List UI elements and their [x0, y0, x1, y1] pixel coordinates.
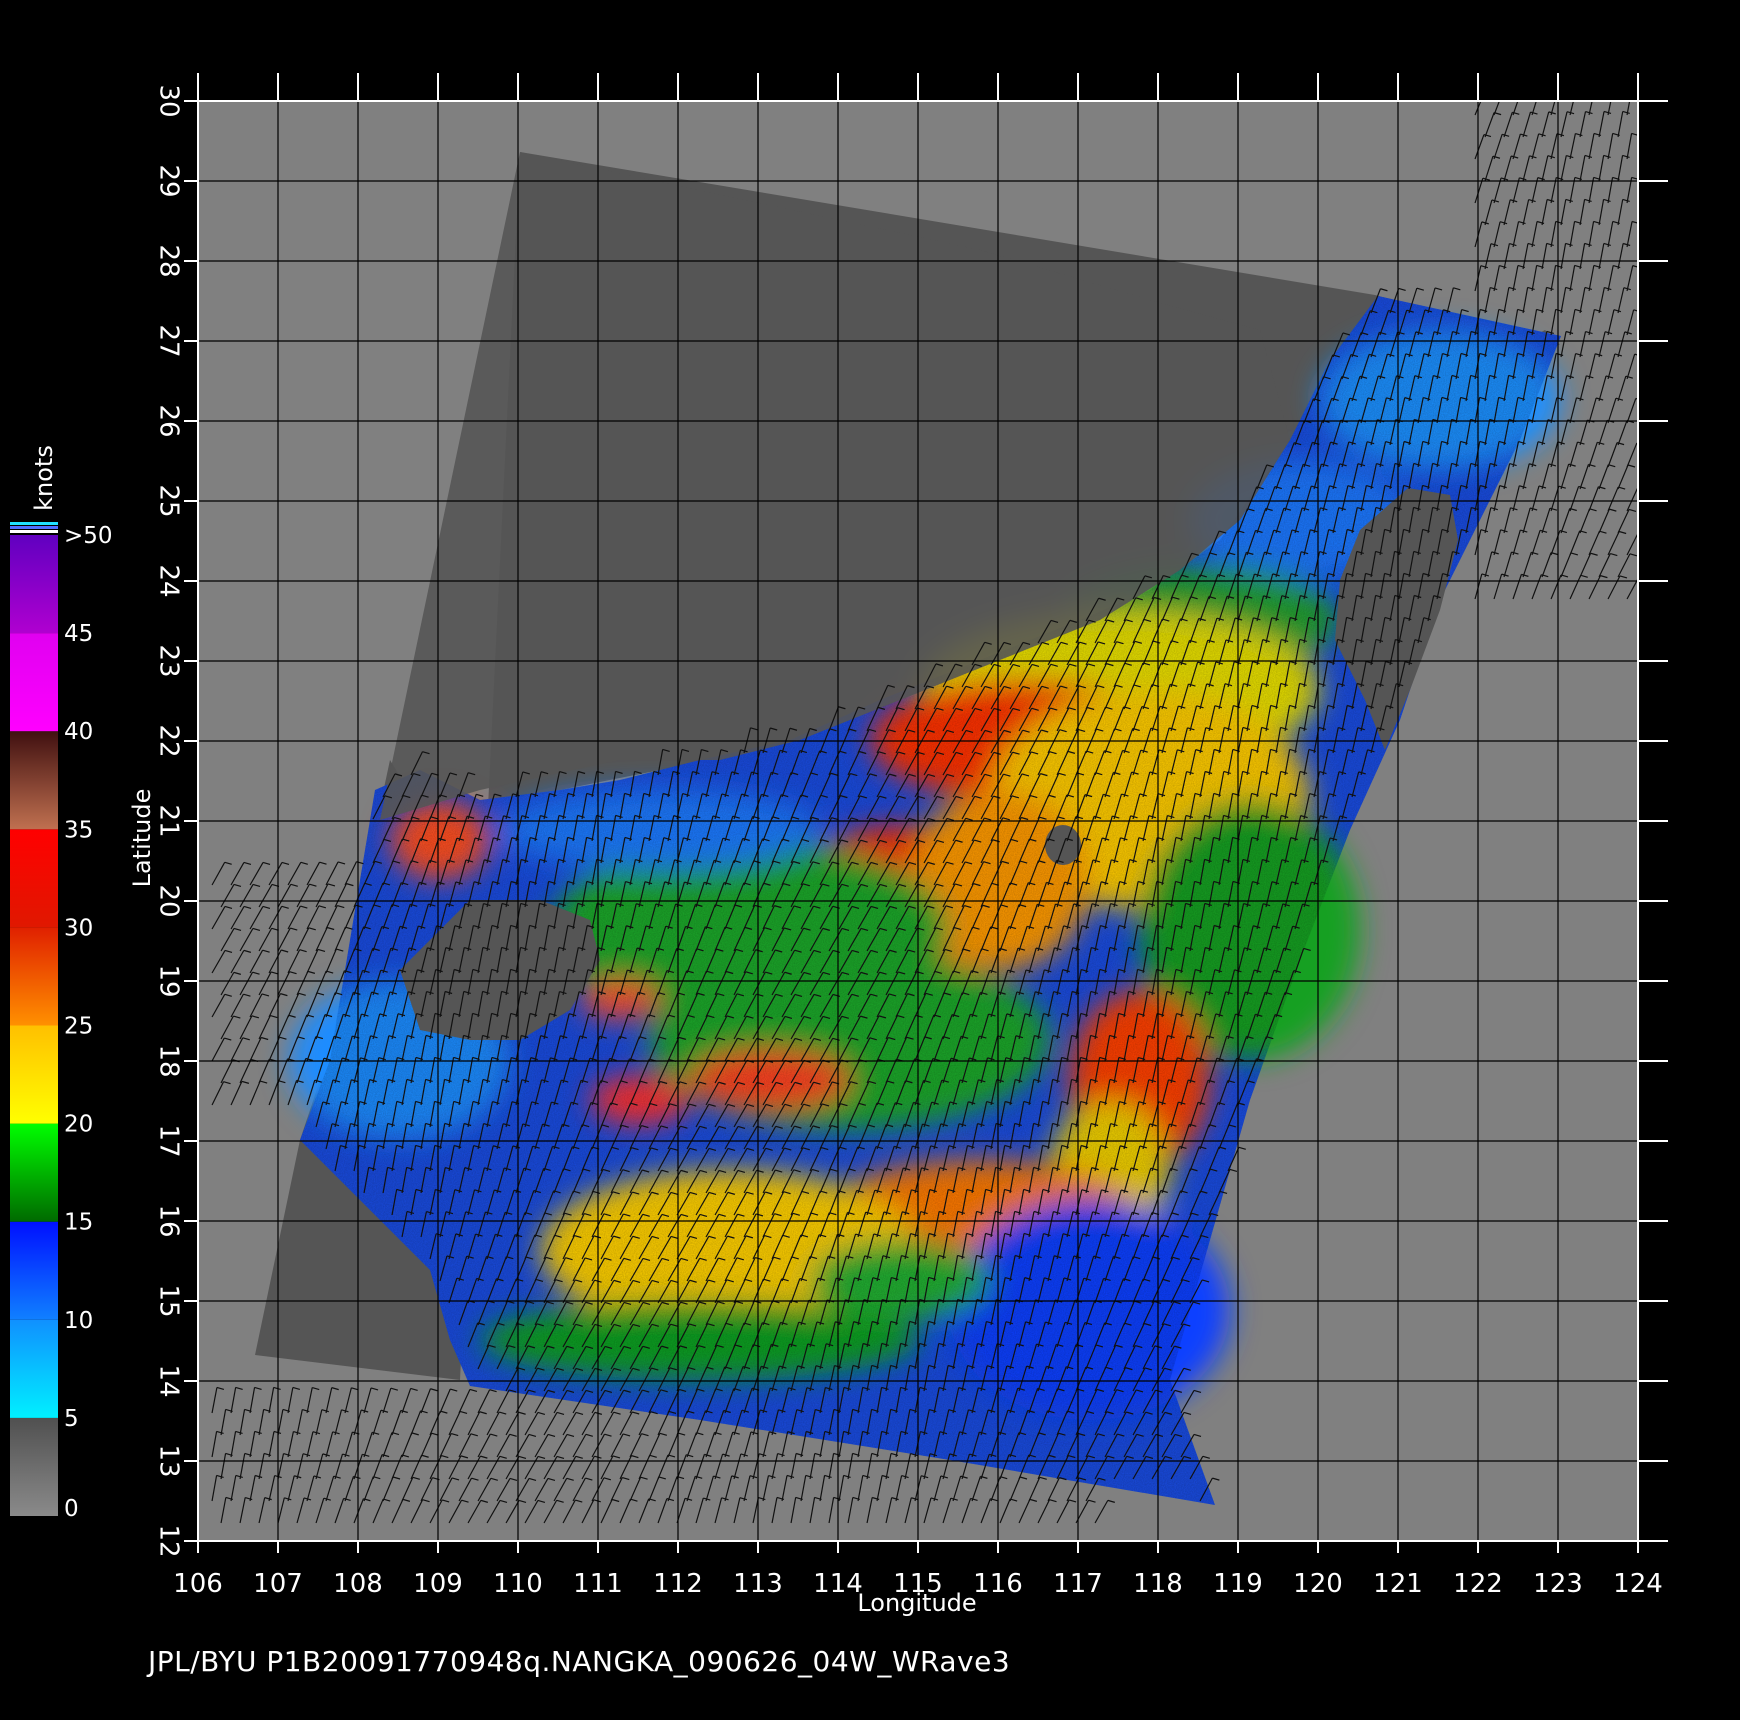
lon-tick-label: 112 — [653, 1569, 703, 1599]
lon-tick-label: 111 — [573, 1569, 623, 1599]
colorbar-cap-stripe — [10, 526, 58, 529]
lat-tick-label: 23 — [154, 644, 184, 677]
lon-tick-label: 110 — [493, 1569, 543, 1599]
colorbar-tick-label: 15 — [64, 1210, 93, 1236]
lon-tick-label: 109 — [413, 1569, 463, 1599]
lon-tick-label: 123 — [1533, 1569, 1583, 1599]
colorbar-tick-label: 35 — [64, 817, 93, 843]
wind-map-figure: 106 107 108 109 110 111 112 113 114 115 116 117 118 1… — [10, 73, 1668, 1617]
lat-tick-label: 26 — [154, 404, 184, 437]
lat-tick-label: 21 — [154, 804, 184, 837]
lat-tick-label: 24 — [154, 564, 184, 597]
colorbar-tick-label: 0 — [64, 1496, 79, 1522]
wind-barb-flag — [1521, 90, 1528, 92]
lon-tick-label: 120 — [1293, 1569, 1343, 1599]
lat-tick-label: 22 — [154, 724, 184, 757]
lon-tick-label: 117 — [1053, 1569, 1103, 1599]
colorbar-tick-label: 40 — [64, 719, 93, 745]
wind-barb-flag — [1485, 91, 1492, 93]
wind-speed-colorbar: 0 5 10 15 20 25 30 35 40 45 >50 — [10, 522, 113, 1522]
lon-tick-label: 108 — [333, 1569, 383, 1599]
lon-tick-label: 122 — [1453, 1569, 1503, 1599]
lon-tick-label: 113 — [733, 1569, 783, 1599]
colorbar-tick-label: 5 — [64, 1406, 79, 1432]
lat-tick-label: 19 — [154, 964, 184, 997]
colorbar-band — [10, 535, 58, 634]
colorbar-band — [10, 927, 58, 1026]
colorbar-band — [10, 731, 58, 830]
colorbar-tick-label: 25 — [64, 1014, 93, 1040]
lat-tick-label: 30 — [154, 84, 184, 117]
colorbar-tick-label: 20 — [64, 1112, 93, 1138]
colorbar-band — [10, 1417, 58, 1516]
lat-tick-label: 25 — [154, 484, 184, 517]
wind-barb-flag — [1503, 91, 1510, 93]
colorbar-tick-label: >50 — [64, 523, 113, 549]
lon-tick-label: 119 — [1213, 1569, 1263, 1599]
lat-tick-label: 12 — [154, 1524, 184, 1557]
colorbar-cap-stripe — [10, 530, 58, 533]
legend-unit-label: knots — [30, 445, 58, 511]
colorbar-band — [10, 1221, 58, 1320]
colorbar-tick-label: 45 — [64, 621, 93, 647]
wind-barb-flag — [1595, 90, 1602, 92]
lon-tick-label: 106 — [173, 1569, 223, 1599]
lat-tick-label: 13 — [154, 1444, 184, 1477]
y-axis-title: Latitude — [128, 789, 156, 888]
lon-tick-label: 116 — [973, 1569, 1023, 1599]
lon-tick-label: 107 — [253, 1569, 303, 1599]
lat-tick-label: 27 — [154, 324, 184, 357]
colorbar-band — [10, 633, 58, 732]
colorbar-tick-label: 10 — [64, 1308, 93, 1334]
figure-caption: JPL/BYU P1B20091770948q.NANGKA_090626_04… — [148, 1645, 1011, 1678]
lat-tick-label: 15 — [154, 1284, 184, 1317]
wind-barb-flag — [1639, 532, 1646, 534]
lat-tick-label: 28 — [154, 244, 184, 277]
lat-tick-label: 20 — [154, 884, 184, 917]
wind-barb-flag — [1639, 576, 1646, 578]
lat-tick-label: 14 — [154, 1364, 184, 1397]
wind-barb-flag — [1613, 90, 1620, 92]
lon-tick-label: 118 — [1133, 1569, 1183, 1599]
lon-tick-label: 124 — [1613, 1569, 1663, 1599]
wind-barb-flag — [1540, 90, 1547, 92]
lon-tick-label: 121 — [1373, 1569, 1423, 1599]
colorbar-band — [10, 829, 58, 928]
colorbar-band — [10, 1123, 58, 1222]
colorbar-tick-label: 30 — [64, 915, 93, 941]
colorbar-band — [10, 1025, 58, 1124]
colorbar-band — [10, 1319, 58, 1418]
wind-barb-flag — [1576, 90, 1583, 92]
x-axis-title: Longitude — [857, 1589, 976, 1617]
lat-tick-label: 17 — [154, 1124, 184, 1157]
lat-tick-label: 29 — [154, 164, 184, 197]
lat-tick-label: 16 — [154, 1204, 184, 1237]
lon-tick-label: 114 — [813, 1569, 863, 1599]
lat-tick-label: 18 — [154, 1044, 184, 1077]
colorbar-cap-stripe — [10, 522, 58, 525]
